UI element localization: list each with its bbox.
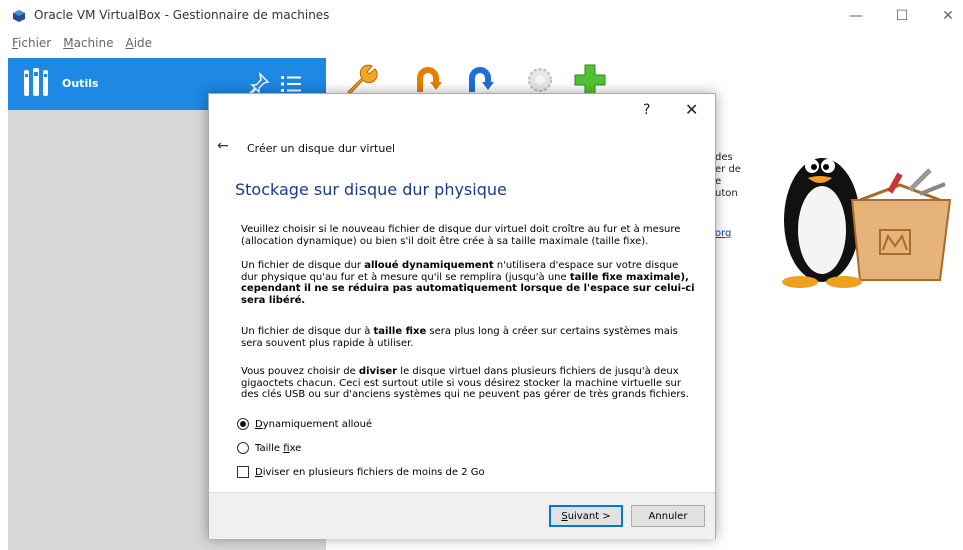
menu-machine[interactable]: Machine [63, 36, 113, 54]
fixed-size-label: Taille fixe [255, 442, 302, 454]
fixed-size-paragraph: Un fichier de disque dur à taille fixe s… [241, 326, 678, 349]
minimize-button[interactable]: — [833, 0, 879, 32]
virtualbox-icon [13, 10, 25, 22]
window-title: Oracle VM VirtualBox - Gestionnaire de m… [34, 8, 330, 22]
create-virtual-disk-dialog: ? ✕ ← Créer un disque dur virtuel Stocka… [208, 93, 716, 539]
back-arrow-icon[interactable]: ← [217, 138, 229, 154]
background-text-line: uton [715, 188, 738, 199]
split-paragraph: Vous pouvez choisir de diviser le disque… [241, 366, 689, 401]
menu-fichier[interactable]: Fichier [12, 36, 51, 54]
title-bar: Oracle VM VirtualBox - Gestionnaire de m… [0, 0, 963, 32]
wizard-title: Créer un disque dur virtuel [247, 142, 396, 155]
dialog-footer: Suivant > Annuler [209, 492, 715, 539]
background-text-line: er de [715, 164, 741, 175]
fixed-size-radio[interactable]: Taille fixe [237, 442, 301, 454]
maximize-icon: ☐ [895, 8, 909, 24]
close-icon: ✕ [942, 8, 954, 24]
menu-aide[interactable]: Aide [125, 36, 152, 54]
dynamic-allocation-label: Dynamiquement alloué [255, 418, 373, 430]
split-files-label: Diviser en plusieurs fichiers de moins d… [255, 466, 485, 478]
description-paragraph: Veuillez choisir si le nouveau fichier d… [241, 224, 681, 247]
help-button[interactable]: ? [643, 102, 650, 118]
checkbox[interactable] [237, 466, 249, 478]
dialog-close-button[interactable]: ✕ [685, 100, 698, 119]
background-link[interactable]: org [715, 228, 731, 239]
maximize-button[interactable]: ☐ [879, 0, 925, 32]
menu-bar: Fichier Machine Aide [0, 36, 152, 54]
page-title: Stockage sur disque dur physique [235, 180, 507, 199]
tools-icon [24, 68, 48, 96]
dynamic-allocation-paragraph: Un fichier de disque dur alloué dynamiqu… [241, 260, 695, 306]
dynamic-allocation-radio[interactable]: Dynamiquement alloué [237, 418, 372, 430]
tools-label: Outils [62, 77, 99, 90]
radio-button[interactable] [237, 442, 249, 454]
background-text-line: des [715, 152, 733, 163]
split-files-checkbox[interactable]: Diviser en plusieurs fichiers de moins d… [237, 466, 485, 478]
close-window-button[interactable]: ✕ [925, 0, 963, 32]
next-button[interactable]: Suivant > [549, 505, 623, 527]
list-menu-icon[interactable] [280, 74, 302, 94]
cancel-button[interactable]: Annuler [631, 505, 705, 527]
tux-toolbox-illustration [782, 158, 952, 288]
minimize-icon: — [849, 8, 863, 24]
radio-button-checked[interactable] [237, 418, 249, 430]
